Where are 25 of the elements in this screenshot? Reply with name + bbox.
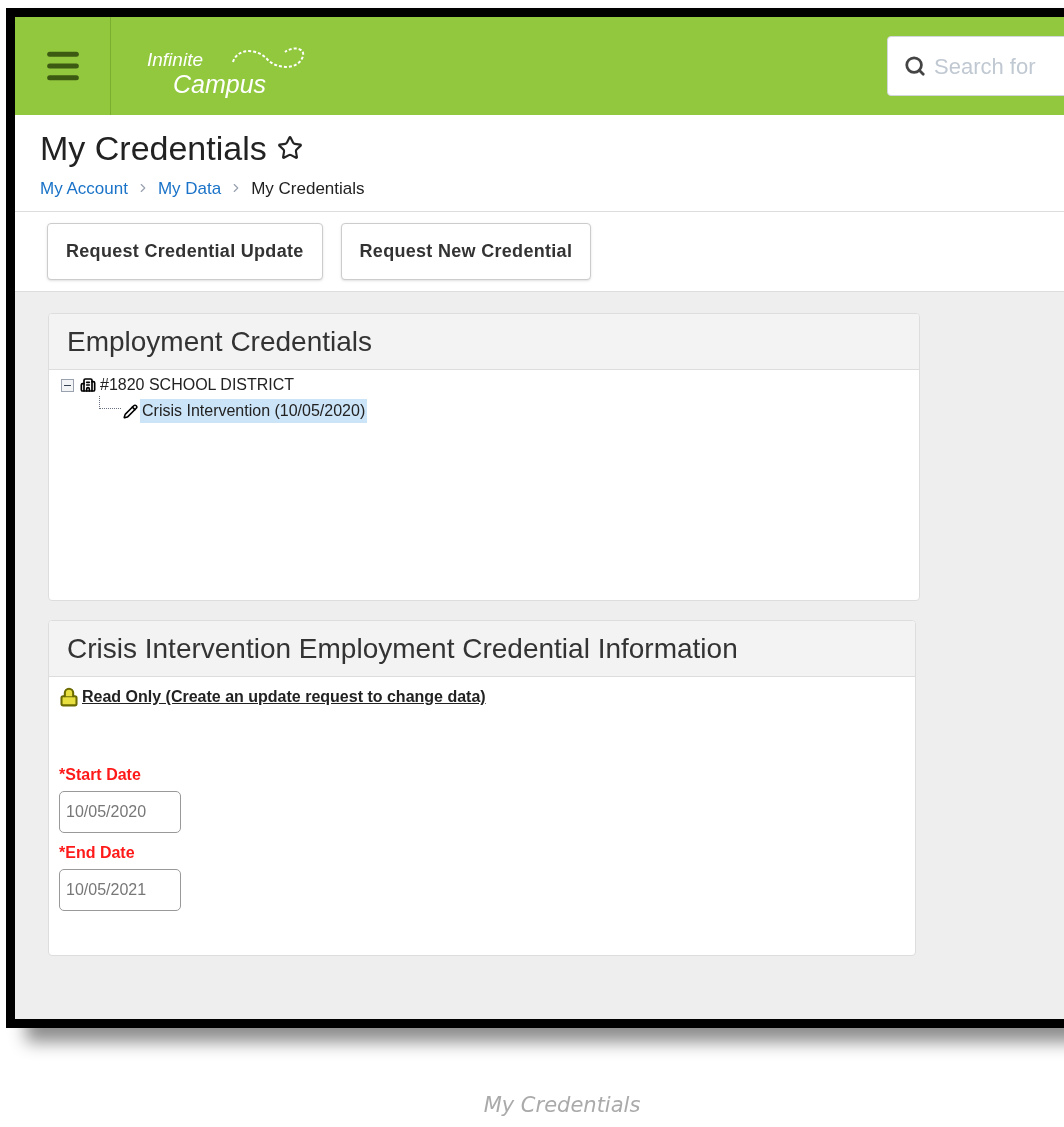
collapse-toggle[interactable] — [61, 378, 74, 392]
search-bar[interactable]: Search for — [887, 36, 1064, 96]
date-field[interactable]: 10/05/2020 — [59, 791, 181, 833]
action-button[interactable]: Request Credential Update — [47, 223, 323, 280]
read-only-notice: Read Only (Create an update request to change data) — [82, 687, 486, 707]
building-icon — [80, 377, 96, 393]
action-button[interactable]: Request New Credential — [340, 223, 592, 280]
panel-title: Employment Credentials — [67, 324, 373, 359]
lock-icon — [59, 687, 79, 707]
search-icon — [904, 55, 926, 77]
star-icon[interactable] — [276, 135, 303, 162]
tree-item[interactable]: Crisis Intervention (10/05/2020) — [140, 399, 368, 423]
pencil-icon — [123, 403, 138, 419]
field-label: *Start Date — [59, 765, 141, 785]
breadcrumb-link[interactable]: My Account — [40, 175, 128, 201]
figure-caption: My Credentials — [483, 1092, 641, 1119]
panel-title: Crisis Intervention Employment Credential Information — [67, 631, 738, 666]
breadcrumb-link[interactable]: My Data — [157, 175, 222, 201]
tree-item[interactable]: #1820 SCHOOL DISTRICT — [98, 373, 297, 397]
logo: Infinite Campus — [147, 36, 307, 96]
breadcrumb-link[interactable]: My Credentials — [251, 175, 365, 201]
field-label: *End Date — [59, 843, 135, 863]
page-title: My Credentials — [40, 128, 267, 169]
date-field[interactable]: 10/05/2021 — [59, 869, 181, 911]
search-field[interactable]: Search for — [934, 49, 1064, 83]
